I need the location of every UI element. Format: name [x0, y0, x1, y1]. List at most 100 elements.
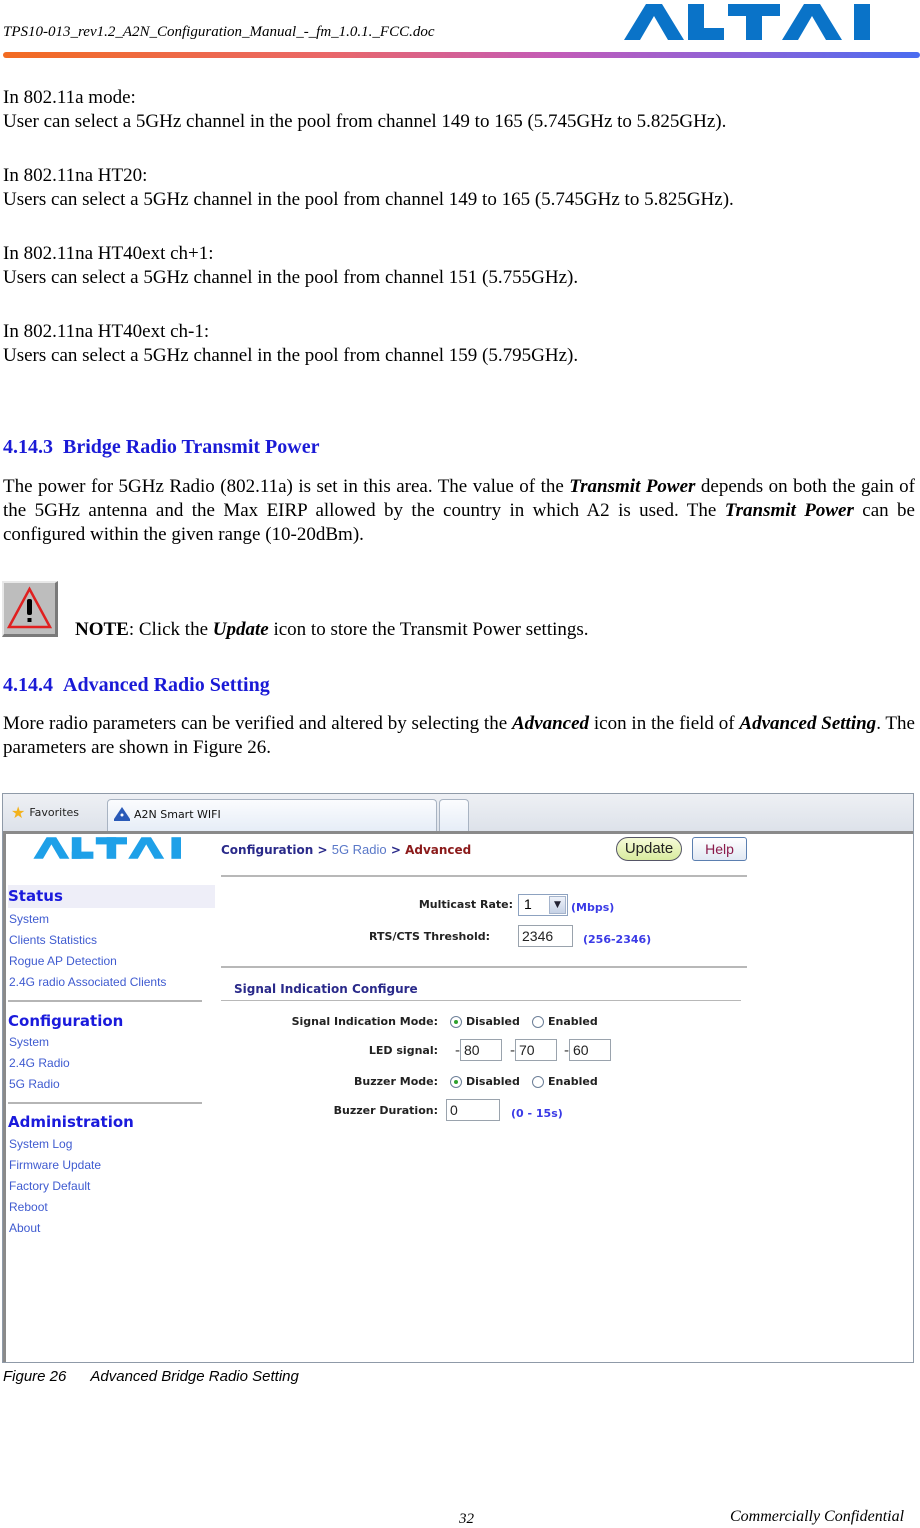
mode-text-3: Users can select a 5GHz channel in the p…	[3, 267, 579, 288]
radio-checked-icon[interactable]	[450, 1075, 462, 1088]
radio-checked-icon[interactable]	[450, 1015, 462, 1028]
signal-mode-disabled-option[interactable]: Disabled	[450, 1015, 520, 1028]
breadcrumb-advanced: Advanced	[405, 843, 472, 857]
multicast-rate-value: 1	[524, 896, 532, 912]
section-heading-4-14-4: 4.14.4 Advanced Radio Setting	[3, 674, 270, 697]
note-label: NOTE	[75, 619, 129, 640]
tab-strip: ★ Favorites A2N Smart WIFI	[3, 794, 913, 832]
sidebar-item-2-4g-associated-clients[interactable]: 2.4G radio Associated Clients	[9, 975, 166, 989]
radio-unchecked-icon[interactable]	[532, 1075, 544, 1088]
breadcrumb-separator: >	[317, 843, 328, 857]
favorites-button[interactable]: ★ Favorites	[11, 803, 79, 822]
radio-label: Disabled	[466, 1075, 520, 1088]
sidebar-item-factory-default[interactable]: Factory Default	[9, 1179, 90, 1193]
emphasis: Update	[212, 619, 269, 640]
new-tab-button[interactable]	[439, 799, 469, 831]
chevron-down-icon: ▼	[549, 896, 566, 914]
star-icon: ★	[11, 803, 26, 822]
emphasis: Transmit Power	[724, 500, 854, 521]
advanced-setting-paragraph: More radio parameters can be verified an…	[3, 712, 915, 760]
sidebar-item-status-system[interactable]: System	[9, 912, 49, 926]
breadcrumb-5g-radio[interactable]: 5G Radio	[332, 842, 387, 857]
radio-label: Enabled	[548, 1075, 598, 1088]
multicast-rate-label: Multicast Rate:	[418, 898, 513, 911]
signal-indication-section-title: Signal Indication Configure	[234, 982, 418, 996]
buzzer-duration-range: (0 - 15s)	[511, 1107, 563, 1120]
led-signal-input-3[interactable]	[569, 1039, 611, 1061]
section-title: Bridge Radio Transmit Power	[63, 436, 320, 458]
favorites-label: Favorites	[29, 806, 80, 819]
multicast-rate-unit: (Mbps)	[571, 901, 615, 914]
transmit-power-paragraph: The power for 5GHz Radio (802.11a) is se…	[3, 475, 915, 547]
sidebar-heading-status: Status	[8, 887, 63, 905]
buzzer-duration-input[interactable]	[446, 1099, 500, 1121]
mode-title-1: In 802.11a mode:	[3, 87, 136, 108]
buzzer-duration-label: Buzzer Duration:	[333, 1104, 438, 1117]
buzzer-mode-enabled-option[interactable]: Enabled	[532, 1075, 598, 1088]
buzzer-mode-label: Buzzer Mode:	[354, 1075, 438, 1088]
sidebar-item-5g-radio[interactable]: 5G Radio	[9, 1077, 60, 1091]
mode-text-4: Users can select a 5GHz channel in the p…	[3, 345, 579, 366]
signal-indication-mode-label: Signal Indication Mode:	[291, 1015, 438, 1028]
sidebar-item-reboot[interactable]: Reboot	[9, 1200, 48, 1214]
radio-label: Disabled	[466, 1015, 520, 1028]
rts-cts-threshold-range: (256-2346)	[583, 933, 652, 946]
text-run: The power for 5GHz Radio (802.11a) is se…	[3, 476, 570, 497]
led-signal-input-2[interactable]	[515, 1039, 557, 1061]
divider	[221, 1000, 741, 1001]
divider	[221, 875, 747, 877]
emphasis: Transmit Power	[569, 476, 696, 497]
breadcrumb: Configuration > 5G Radio > Advanced	[221, 842, 471, 857]
document-title: TPS10-013_rev1.2_A2N_Configuration_Manua…	[3, 24, 435, 40]
multicast-rate-select[interactable]: 1 ▼	[518, 894, 568, 916]
mode-title-4: In 802.11na HT40ext ch-1:	[3, 321, 210, 342]
signal-mode-enabled-option[interactable]: Enabled	[532, 1015, 598, 1028]
altai-logo	[624, 4, 870, 40]
section-number: 4.14.4	[3, 674, 53, 696]
sidebar-item-2-4g-radio[interactable]: 2.4G Radio	[9, 1056, 70, 1070]
altai-favicon-icon	[114, 807, 130, 821]
figure-caption: Figure 26 Advanced Bridge Radio Setting	[3, 1368, 299, 1385]
led-signal-input-1[interactable]	[460, 1039, 502, 1061]
sidebar-heading-administration: Administration	[8, 1113, 134, 1131]
sidebar-divider	[8, 1000, 202, 1002]
frame-border	[3, 831, 6, 1362]
warning-icon	[2, 581, 58, 637]
browser-tab[interactable]: A2N Smart WIFI	[107, 799, 437, 831]
mode-text-1: User can select a 5GHz channel in the po…	[3, 111, 727, 132]
sidebar-item-clients-statistics[interactable]: Clients Statistics	[9, 933, 97, 947]
section-title: Advanced Radio Setting	[63, 674, 270, 696]
text-run: More radio parameters can be verified an…	[3, 713, 512, 734]
header-gradient-bar	[3, 52, 920, 58]
rts-cts-threshold-label: RTS/CTS Threshold:	[369, 930, 490, 943]
sidebar-item-system-log[interactable]: System Log	[9, 1137, 72, 1151]
sidebar-item-rogue-ap-detection[interactable]: Rogue AP Detection	[9, 954, 117, 968]
frame-border	[3, 831, 913, 834]
breadcrumb-configuration[interactable]: Configuration	[221, 843, 313, 857]
section-heading-4-14-3: 4.14.3 Bridge Radio Transmit Power	[3, 436, 319, 459]
figure-title: Advanced Bridge Radio Setting	[90, 1368, 299, 1385]
sidebar-item-firmware-update[interactable]: Firmware Update	[9, 1158, 101, 1172]
browser-screenshot: ★ Favorites A2N Smart WIFI Configuration…	[2, 793, 914, 1363]
led-signal-label: LED signal:	[368, 1044, 438, 1057]
tab-title: A2N Smart WIFI	[134, 807, 221, 821]
text-run: : Click the	[128, 619, 213, 640]
update-button[interactable]: Update	[616, 837, 682, 861]
mode-text-2: Users can select a 5GHz channel in the p…	[3, 189, 734, 210]
page-number: 32	[459, 1511, 474, 1527]
divider	[221, 966, 747, 968]
note-text: NOTE: Click the Update icon to store the…	[75, 619, 589, 641]
breadcrumb-separator: >	[390, 843, 401, 857]
sidebar-item-about[interactable]: About	[9, 1221, 40, 1235]
emphasis: Advanced	[511, 713, 590, 734]
buzzer-mode-disabled-option[interactable]: Disabled	[450, 1075, 520, 1088]
radio-unchecked-icon[interactable]	[532, 1015, 544, 1028]
page-header: TPS10-013_rev1.2_A2N_Configuration_Manua…	[0, 0, 920, 62]
altai-web-logo	[33, 837, 181, 859]
sidebar-divider	[8, 1102, 202, 1104]
sidebar-item-config-system[interactable]: System	[9, 1035, 49, 1049]
help-button[interactable]: Help	[692, 837, 747, 861]
rts-cts-threshold-input[interactable]	[518, 925, 573, 947]
figure-number: Figure 26	[3, 1368, 67, 1385]
mode-title-3: In 802.11na HT40ext ch+1:	[3, 243, 214, 264]
